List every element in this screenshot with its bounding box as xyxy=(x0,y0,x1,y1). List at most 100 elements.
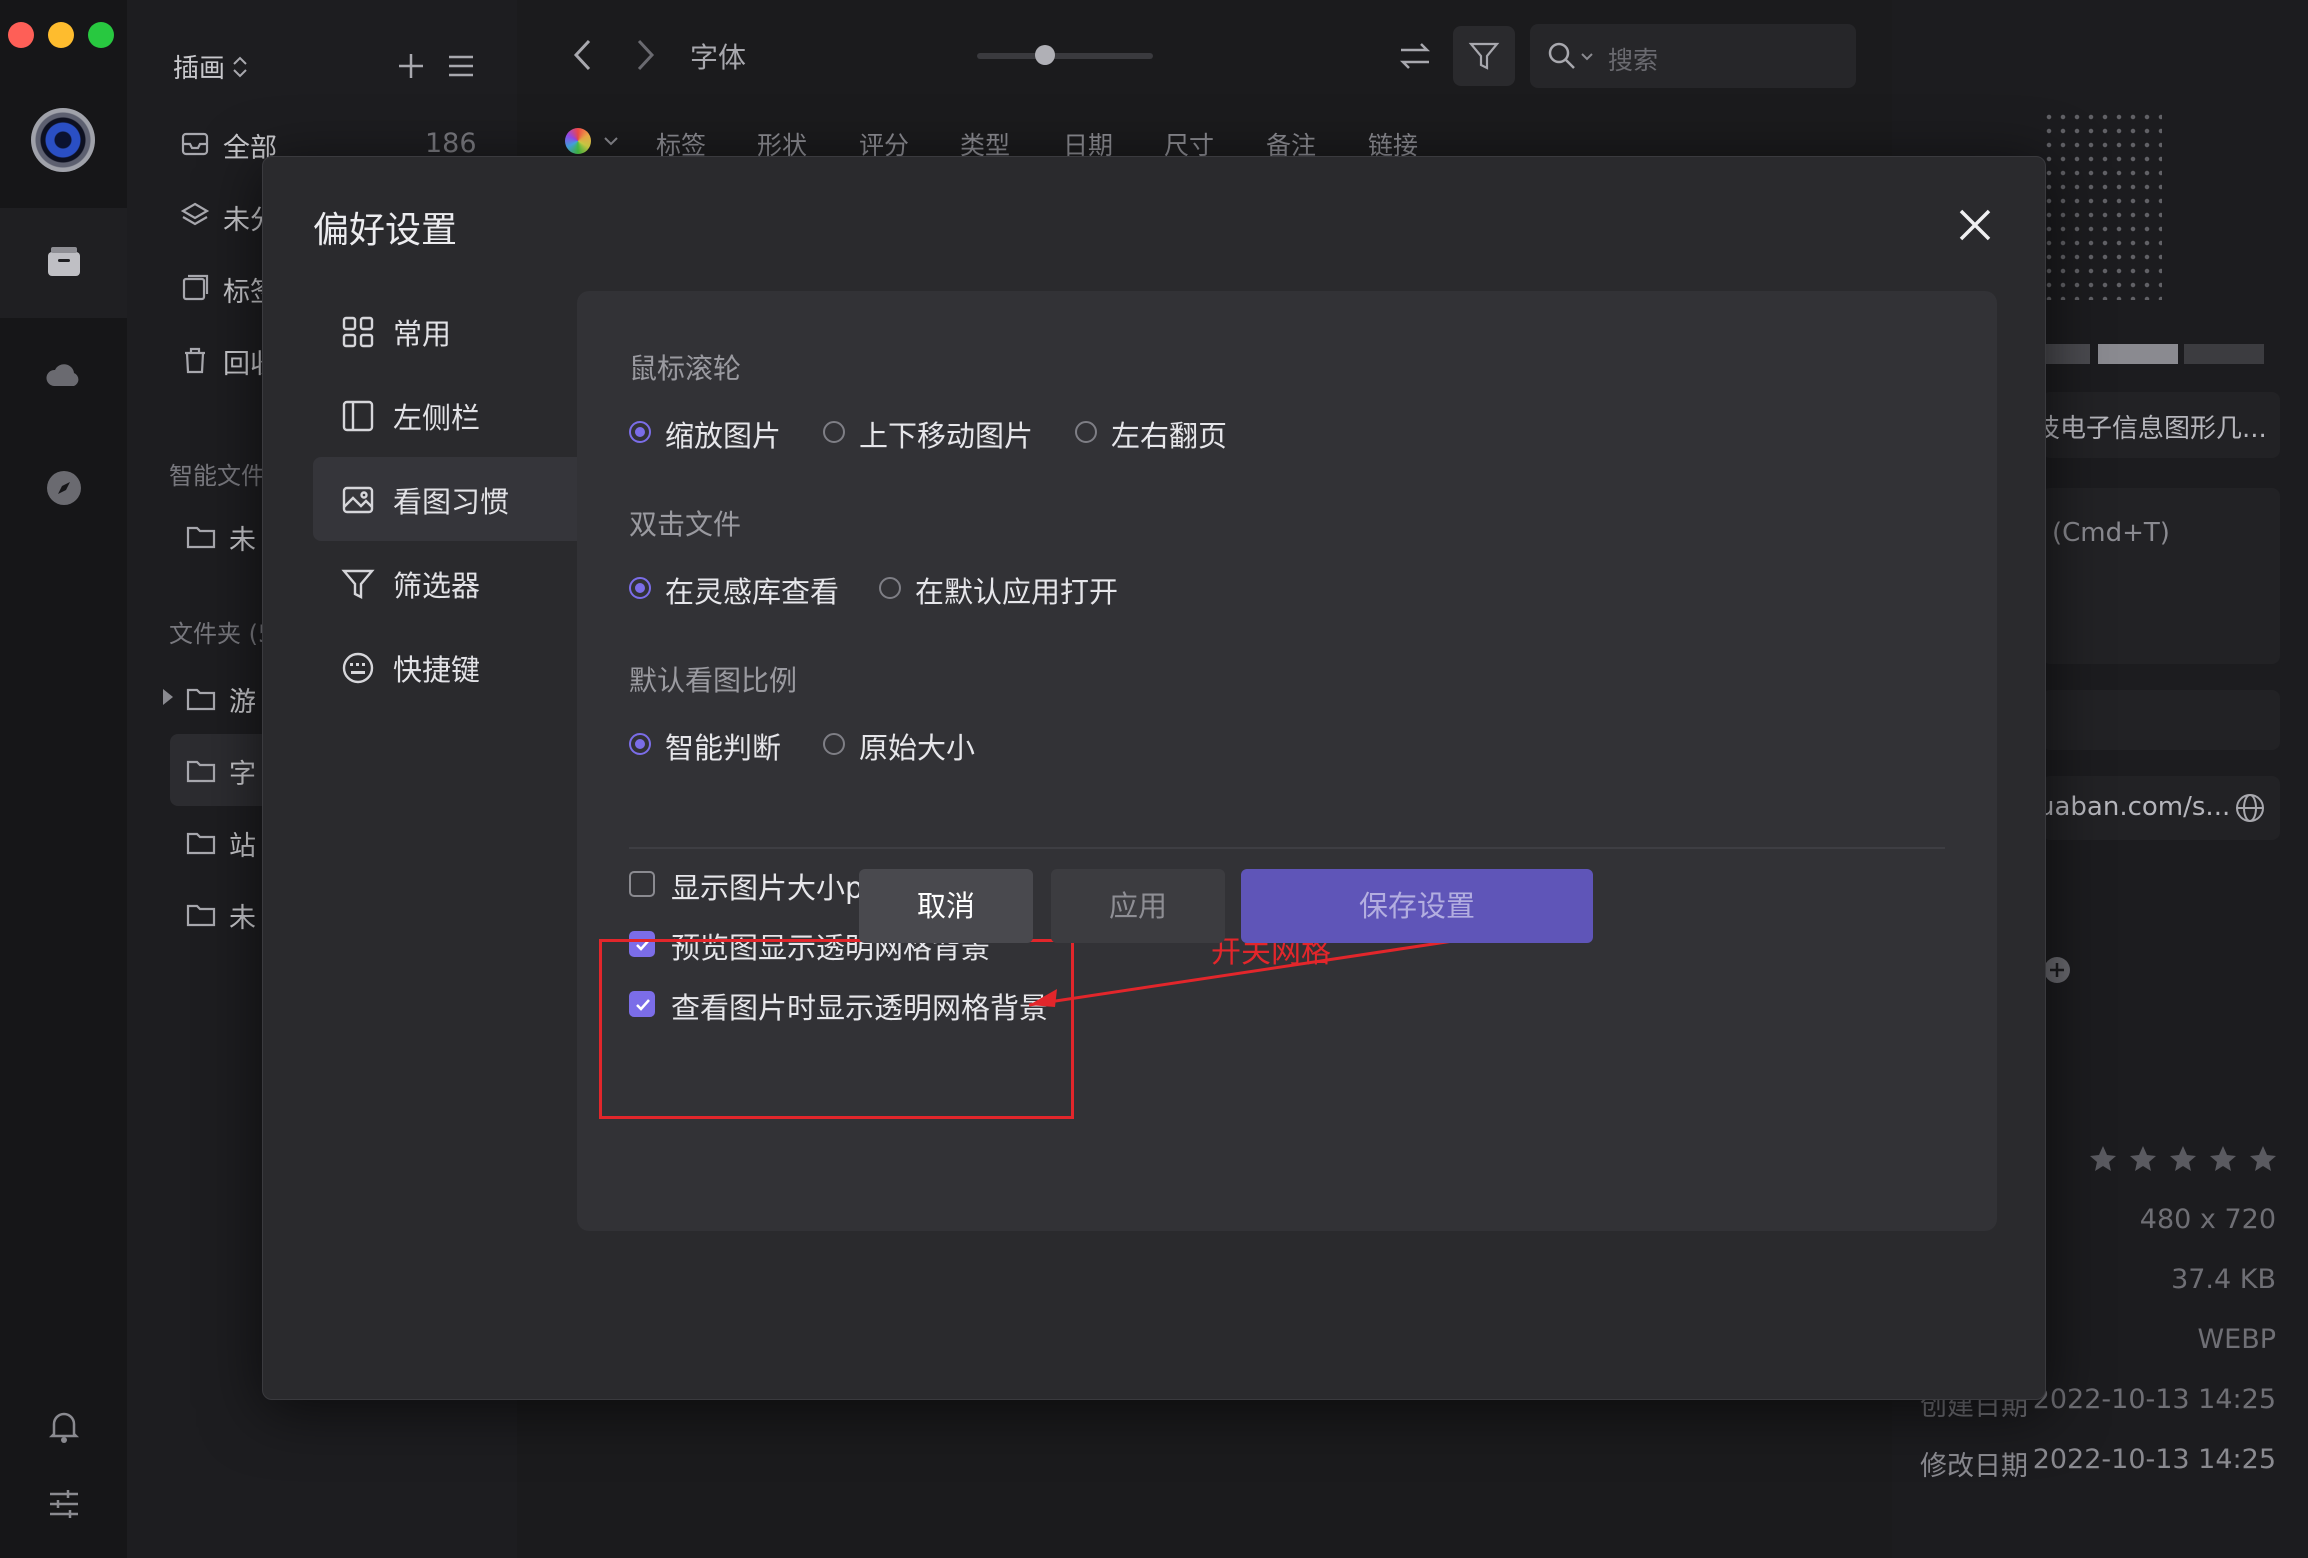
radio-label: 原始大小 xyxy=(859,731,976,765)
radio-original-size[interactable]: 原始大小 xyxy=(823,723,975,765)
minimize-window-button[interactable] xyxy=(48,22,74,48)
chevron-down-icon xyxy=(604,137,618,146)
maximize-window-button[interactable] xyxy=(88,22,114,48)
expand-triangle-icon[interactable] xyxy=(161,688,175,706)
grid-icon xyxy=(342,316,374,348)
close-window-button[interactable] xyxy=(8,22,34,48)
section-default-zoom: 默认看图比例 xyxy=(629,664,798,697)
preferences-dialog: 偏好设置 常用 左侧栏 看图习惯 筛选器 快捷键 鼠标滚轮 缩放图片 上下移动图… xyxy=(262,156,2046,1400)
radio-label: 在默认应用打开 xyxy=(915,575,1119,609)
file-size-value: 37.4 KB xyxy=(2171,1264,2276,1295)
folder-icon xyxy=(186,904,216,927)
divider xyxy=(629,847,1945,849)
radio-dot xyxy=(1075,421,1097,443)
save-settings-button[interactable]: 保存设置 xyxy=(1241,869,1593,943)
nav-sidebar[interactable]: 左侧栏 xyxy=(313,373,583,457)
sliders-icon[interactable] xyxy=(42,1482,86,1526)
url-field[interactable]: uaban.com/s... xyxy=(2038,776,2280,840)
dimensions-value: 480 x 720 xyxy=(2139,1204,2276,1235)
compass-icon[interactable] xyxy=(42,466,86,510)
name-field[interactable]: 技电子信息图形几... xyxy=(2034,392,2280,458)
star-icon[interactable] xyxy=(2088,1144,2288,1174)
radio-label: 智能判断 xyxy=(665,731,782,765)
close-icon[interactable] xyxy=(1951,201,1999,249)
dialog-title: 偏好设置 xyxy=(313,210,458,251)
menu-icon[interactable] xyxy=(447,54,475,78)
smart-folder-item[interactable]: 未 xyxy=(229,518,256,557)
cloud-icon[interactable] xyxy=(42,354,86,398)
layers-icon xyxy=(180,202,210,226)
radio-dot xyxy=(629,421,651,443)
nav-label: 常用 xyxy=(393,317,452,351)
preview-thumbnail xyxy=(2042,110,2162,300)
folder-icon xyxy=(186,760,216,783)
radio-dot xyxy=(879,577,901,599)
sidebar-icon xyxy=(342,400,374,432)
color-swatch[interactable] xyxy=(2098,344,2178,364)
folder-item[interactable]: 站 xyxy=(229,824,256,863)
radio-smart-zoom[interactable]: 智能判断 xyxy=(629,723,781,765)
nav-filters[interactable]: 筛选器 xyxy=(313,541,583,625)
trash-icon xyxy=(185,347,205,374)
folders-header: 文件夹 (5 xyxy=(169,620,274,648)
section-mouse-wheel: 鼠标滚轮 xyxy=(629,352,742,385)
back-arrow-icon[interactable] xyxy=(571,38,595,72)
swap-icon[interactable] xyxy=(1397,40,1433,72)
sidebar-item-count: 186 xyxy=(425,128,477,159)
format-value: WEBP xyxy=(2197,1324,2276,1355)
inbox-icon xyxy=(181,132,209,156)
add-icon[interactable] xyxy=(397,52,425,80)
radio-label: 上下移动图片 xyxy=(859,419,1034,453)
folder-icon xyxy=(186,832,216,855)
forward-arrow-icon[interactable] xyxy=(633,38,657,72)
color-swatch[interactable] xyxy=(2042,344,2090,364)
folder-item[interactable]: 未 xyxy=(229,896,256,935)
library-switcher[interactable]: 插画 xyxy=(173,48,225,85)
annotation-box xyxy=(599,939,1074,1119)
app-rail xyxy=(0,0,127,1558)
search-input[interactable]: 搜索 xyxy=(1530,24,1856,88)
note-field[interactable]: (Cmd+T) xyxy=(2042,488,2280,664)
color-swatch[interactable] xyxy=(2184,344,2264,364)
radio-scroll-image[interactable]: 上下移动图片 xyxy=(823,411,1033,453)
keyboard-icon xyxy=(342,652,374,684)
search-icon xyxy=(1548,42,1575,69)
folder-item-active[interactable]: 字 xyxy=(229,752,256,791)
image-icon xyxy=(342,486,374,514)
rating-stars[interactable] xyxy=(2088,1144,2288,1174)
tags-field[interactable] xyxy=(2042,690,2280,750)
radio-dot xyxy=(629,577,651,599)
nav-shortcuts[interactable]: 快捷键 xyxy=(313,625,583,709)
slider-thumb[interactable] xyxy=(1035,45,1055,65)
smart-folders-header: 智能文件 xyxy=(169,462,265,490)
created-value: 2022-10-13 14:25 xyxy=(2032,1384,2276,1415)
folder-item[interactable]: 游 xyxy=(229,680,256,719)
filter-icon xyxy=(1468,42,1500,70)
apply-button[interactable]: 应用 xyxy=(1051,869,1225,943)
nav-viewing-habits[interactable]: 看图习惯 xyxy=(313,457,591,541)
cancel-button[interactable]: 取消 xyxy=(859,869,1033,943)
radio-view-in-app[interactable]: 在灵感库查看 xyxy=(629,567,839,609)
bell-icon[interactable] xyxy=(42,1404,86,1448)
color-filter-icon[interactable] xyxy=(565,128,591,154)
avatar[interactable] xyxy=(31,108,95,172)
nav-label: 左侧栏 xyxy=(393,401,481,435)
nav-label: 看图习惯 xyxy=(393,485,510,519)
radio-zoom-image[interactable]: 缩放图片 xyxy=(629,411,781,453)
radio-label: 缩放图片 xyxy=(665,419,782,453)
radio-label: 在灵感库查看 xyxy=(665,575,840,609)
radio-label: 左右翻页 xyxy=(1111,419,1228,453)
archive-box-icon[interactable] xyxy=(42,240,86,284)
radio-dot xyxy=(629,733,651,755)
nav-general[interactable]: 常用 xyxy=(313,289,583,373)
globe-icon[interactable] xyxy=(2234,792,2266,824)
add-folder-icon[interactable] xyxy=(2042,955,2072,985)
nav-label: 筛选器 xyxy=(393,569,481,603)
nav-label: 快捷键 xyxy=(393,653,481,687)
filter-toggle-button[interactable] xyxy=(1453,26,1515,86)
tag-icon xyxy=(182,274,209,301)
radio-page-flip[interactable]: 左右翻页 xyxy=(1075,411,1235,453)
folder-icon xyxy=(186,526,216,549)
radio-open-default-app[interactable]: 在默认应用打开 xyxy=(879,567,1119,609)
thumbnail-size-slider[interactable] xyxy=(977,53,1153,59)
